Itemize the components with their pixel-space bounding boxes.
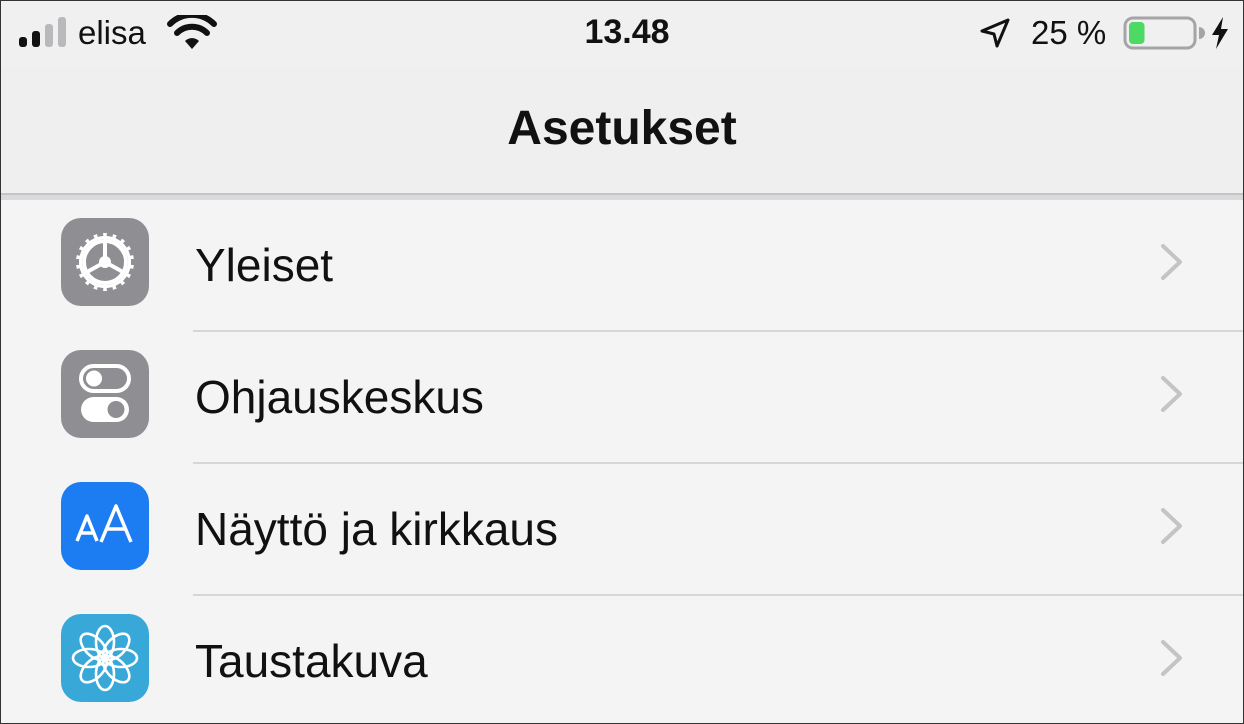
charging-bolt-icon [1212, 17, 1228, 49]
toggles-icon [61, 350, 149, 438]
settings-item-label: Yleiset [195, 239, 334, 291]
chevron-right-icon [1161, 376, 1182, 412]
settings-item-label: Ohjauskeskus [195, 371, 484, 423]
battery-percentage: 25 % [1031, 14, 1107, 51]
settings-item-label: Näyttö ja kirkkaus [195, 503, 559, 555]
settings-item-display-brightness[interactable]: Näyttö ja kirkkaus [1, 464, 1243, 596]
chevron-right-icon [1161, 508, 1182, 544]
chevron-right-icon [1161, 640, 1182, 676]
settings-item-control-center[interactable]: Ohjauskeskus [1, 332, 1243, 464]
settings-list: Yleiset Ohjauskeskus Näyttö ja kirkkaus … [1, 200, 1243, 723]
chevron-right-icon [1161, 244, 1182, 280]
settings-item-general[interactable]: Yleiset [1, 200, 1243, 332]
location-arrow-icon [980, 18, 1010, 48]
text-size-icon [61, 482, 149, 570]
settings-item-label: Taustakuva [195, 635, 428, 687]
navigation-bar: Asetukset [1, 67, 1243, 195]
page-title: Asetukset [507, 102, 737, 155]
settings-screen: elisa 13.48 25 % Asetukset Yleiset Ohjau… [0, 0, 1244, 724]
flower-icon [61, 614, 149, 702]
settings-item-wallpaper[interactable]: Taustakuva [1, 596, 1243, 723]
gear-icon [61, 218, 149, 306]
battery-icon [1123, 16, 1205, 50]
status-bar: elisa 13.48 25 % [1, 1, 1243, 67]
